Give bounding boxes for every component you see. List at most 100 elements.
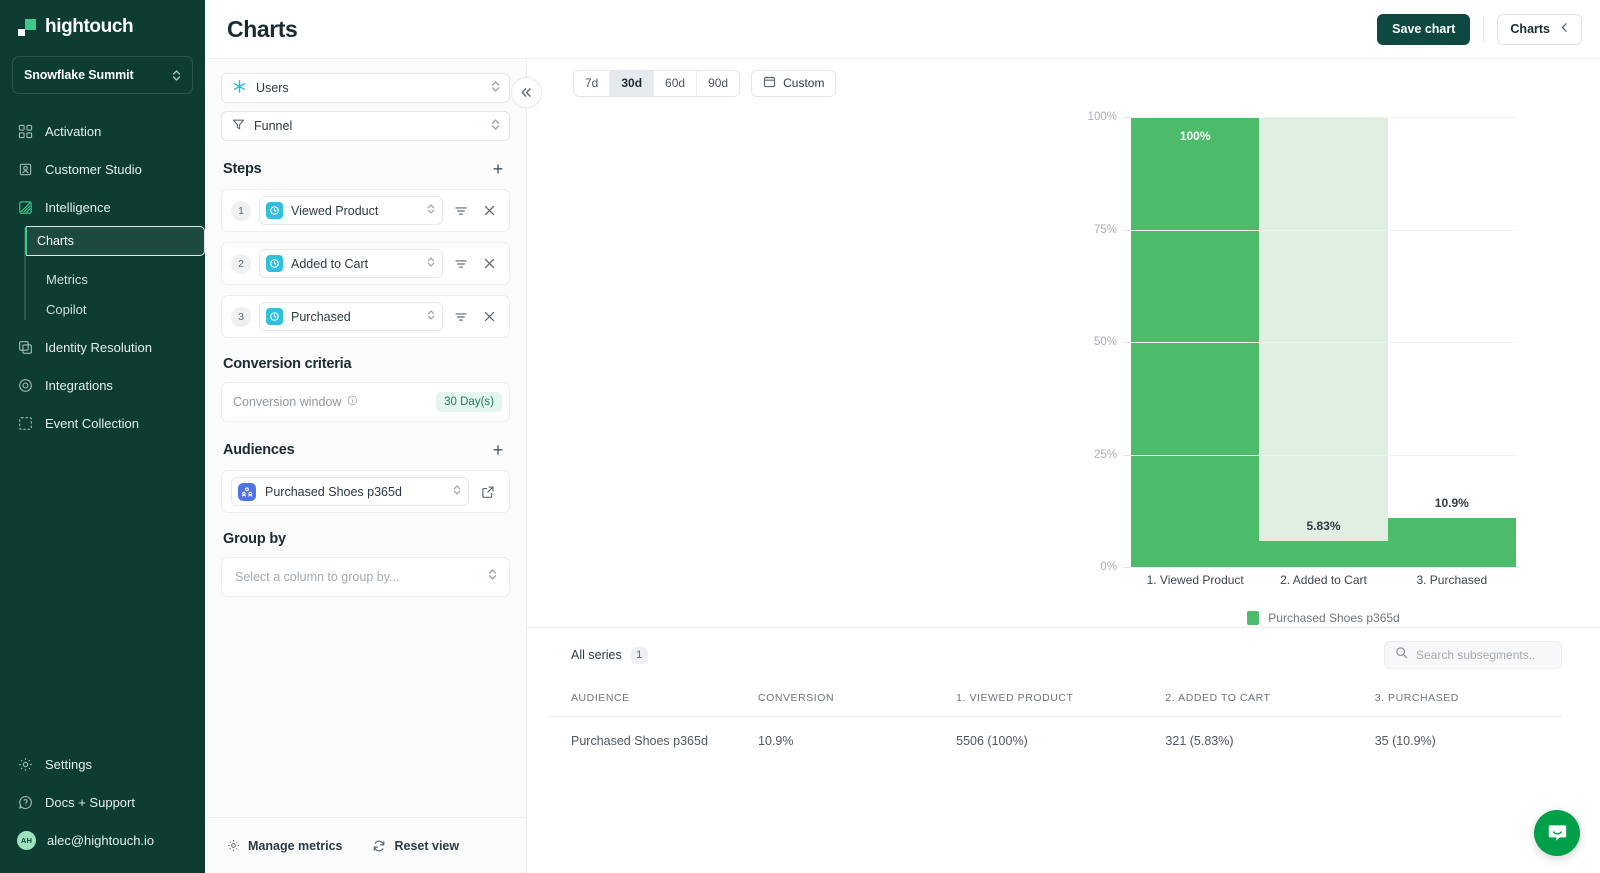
chevron-left-icon xyxy=(1560,22,1569,36)
open-audience-button[interactable] xyxy=(478,482,498,502)
audience-select[interactable]: Purchased Shoes p365d xyxy=(231,477,469,506)
event-icon xyxy=(266,202,283,219)
chart-y-tick-label: 50% xyxy=(1094,336,1117,348)
remove-step-button[interactable] xyxy=(479,254,499,274)
reset-view-button[interactable]: Reset view xyxy=(372,839,459,853)
sidebar-item-integrations[interactable]: Integrations xyxy=(0,366,205,404)
refresh-icon xyxy=(372,839,386,853)
topbar: Charts Save chart Charts xyxy=(205,0,1600,59)
source-value: Users xyxy=(256,81,482,95)
sidebar-item-docs-support[interactable]: Docs + Support xyxy=(0,783,205,821)
chevron-updown-icon xyxy=(427,202,435,220)
help-icon xyxy=(17,794,34,811)
sidebar-item-customer-studio[interactable]: Customer Studio xyxy=(0,150,205,188)
conversion-window-value[interactable]: 30 Day(s) xyxy=(436,392,502,412)
chart-x-label: 2. Added to Cart xyxy=(1259,573,1387,587)
step-filter-button[interactable] xyxy=(451,254,471,274)
manage-metrics-button[interactable]: Manage metrics xyxy=(227,839,342,853)
range-option-7d[interactable]: 7d xyxy=(574,71,610,96)
search-icon xyxy=(1395,646,1408,664)
chart-legend: Purchased Shoes p365d xyxy=(1131,611,1516,625)
sidebar-item-metrics[interactable]: Metrics xyxy=(26,264,205,294)
column-header-step2: 2. ADDED TO CART xyxy=(1143,682,1352,717)
brand-logo[interactable]: hightouch xyxy=(0,0,205,52)
table-header-row: AUDIENCE CONVERSION 1. VIEWED PRODUCT 2.… xyxy=(549,682,1562,717)
series-table-body: Purchased Shoes p365d 10.9% 5506 (100%) … xyxy=(549,717,1562,766)
source-select[interactable]: Users xyxy=(221,73,510,103)
chevron-updown-icon xyxy=(427,308,435,326)
groupby-placeholder: Select a column to group by... xyxy=(235,570,488,584)
search-subsegments-box[interactable] xyxy=(1384,641,1562,669)
sidebar-item-activation[interactable]: Activation xyxy=(0,112,205,150)
step-event-select[interactable]: Purchased xyxy=(259,302,443,331)
chart-type-value: Funnel xyxy=(254,119,482,133)
chart-content: 7d 30d 60d 90d Custom 100%5.83%10.9% xyxy=(527,59,1600,873)
funnel-chart: 100%5.83%10.9% 100%75%50%25%0% 1. Viewed… xyxy=(527,107,1600,627)
range-option-60d[interactable]: 60d xyxy=(654,71,697,96)
save-chart-button[interactable]: Save chart xyxy=(1377,14,1470,45)
chart-type-select[interactable]: Funnel xyxy=(221,111,510,141)
audience-icon xyxy=(238,483,256,501)
remove-step-button[interactable] xyxy=(479,201,499,221)
workspace-name: Snowflake Summit xyxy=(24,68,134,82)
chart-bar xyxy=(1259,541,1387,567)
collapse-panel-button[interactable] xyxy=(511,77,542,108)
sidebar-item-identity-resolution[interactable]: Identity Resolution xyxy=(0,328,205,366)
step-row: 2 Added to Cart xyxy=(221,242,510,285)
sidebar-item-charts[interactable]: Charts xyxy=(26,226,205,256)
identity-resolution-icon xyxy=(17,339,34,356)
chart-tick-mark xyxy=(1124,567,1131,568)
chart-x-axis-labels: 1. Viewed Product2. Added to Cart3. Purc… xyxy=(1131,573,1516,587)
funnel-icon xyxy=(232,118,245,134)
remove-step-button[interactable] xyxy=(479,307,499,327)
step-event-select[interactable]: Added to Cart xyxy=(259,249,443,278)
step-event-label: Added to Cart xyxy=(291,257,419,271)
chart-plot-area: 100%5.83%10.9% 100%75%50%25%0% xyxy=(1131,117,1516,567)
table-row[interactable]: Purchased Shoes p365d 10.9% 5506 (100%) … xyxy=(549,717,1562,766)
workspace-switcher[interactable]: Snowflake Summit xyxy=(12,56,193,94)
series-table-toolbar: All series 1 xyxy=(549,628,1562,682)
charts-panel-button[interactable]: Charts xyxy=(1497,14,1582,45)
brand-name: hightouch xyxy=(45,16,133,38)
chart-gridline xyxy=(1131,117,1516,118)
sidebar-item-event-collection[interactable]: Event Collection xyxy=(0,404,205,442)
add-audience-button[interactable]: + xyxy=(488,440,508,460)
step-filter-button[interactable] xyxy=(451,201,471,221)
all-series-label-group: All series 1 xyxy=(571,647,648,664)
avatar: AH xyxy=(17,831,36,850)
sidebar-item-label: Activation xyxy=(45,124,101,139)
sidebar-item-copilot[interactable]: Copilot xyxy=(26,294,205,324)
sidebar-item-intelligence[interactable]: Intelligence xyxy=(0,188,205,226)
conversion-window-row[interactable]: Conversion window 30 Day(s) xyxy=(221,382,510,422)
audience-row: Purchased Shoes p365d xyxy=(221,470,510,513)
search-input[interactable] xyxy=(1416,648,1551,662)
chart-y-tick-label: 25% xyxy=(1094,449,1117,461)
cell-conversion: 10.9% xyxy=(736,717,934,766)
sidebar-subitem-label: Charts xyxy=(37,234,74,248)
column-header-step1: 1. VIEWED PRODUCT xyxy=(934,682,1143,717)
sidebar-item-user-account[interactable]: AH alec@hightouch.io xyxy=(0,821,205,859)
snowflake-icon xyxy=(232,79,247,97)
chart-y-tick-label: 75% xyxy=(1094,224,1117,236)
range-option-90d[interactable]: 90d xyxy=(697,71,739,96)
page-title: Charts xyxy=(227,16,297,43)
legend-label: Purchased Shoes p365d xyxy=(1268,611,1399,625)
panel-scroll: Users Funnel xyxy=(205,59,526,817)
sidebar-item-settings[interactable]: Settings xyxy=(0,745,205,783)
step-filter-button[interactable] xyxy=(451,307,471,327)
cell-step3: 35 (10.9%) xyxy=(1353,717,1562,766)
groupby-box: Select a column to group by... xyxy=(221,557,510,597)
series-table-head: AUDIENCE CONVERSION 1. VIEWED PRODUCT 2.… xyxy=(549,682,1562,717)
gear-icon xyxy=(17,756,34,773)
chart-y-tick-label: 100% xyxy=(1088,111,1117,123)
column-header-audience: AUDIENCE xyxy=(549,682,736,717)
intercom-launcher[interactable] xyxy=(1534,810,1580,856)
column-header-conversion: CONVERSION xyxy=(736,682,934,717)
chart-x-label: 1. Viewed Product xyxy=(1131,573,1259,587)
range-option-30d[interactable]: 30d xyxy=(610,71,654,96)
add-step-button[interactable]: + xyxy=(488,159,508,179)
step-event-select[interactable]: Viewed Product xyxy=(259,196,443,225)
groupby-select[interactable]: Select a column to group by... xyxy=(227,562,504,592)
activation-icon xyxy=(17,123,34,140)
custom-range-button[interactable]: Custom xyxy=(751,70,836,97)
